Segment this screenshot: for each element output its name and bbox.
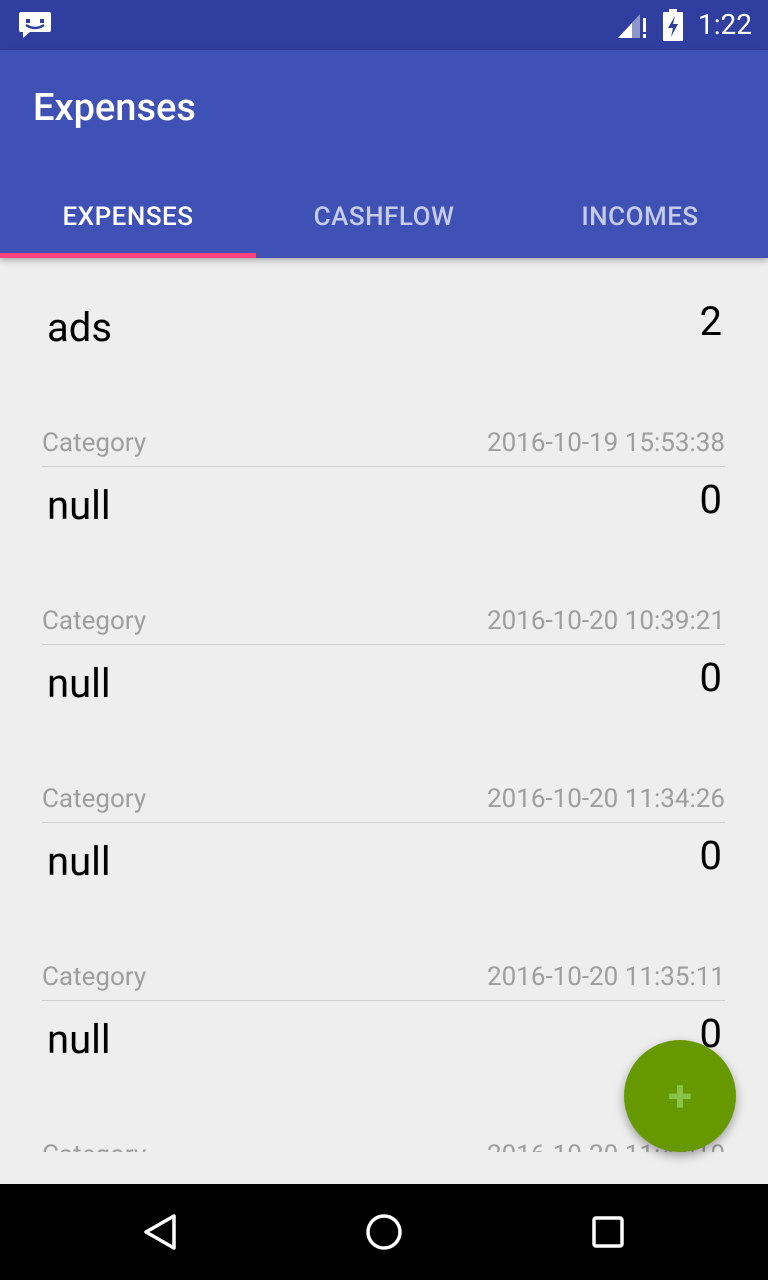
list-item[interactable]: ads 2 bbox=[0, 258, 768, 398]
item-date: 2016-10-20 11:35:11 bbox=[487, 962, 725, 992]
item-amount: 0 bbox=[699, 832, 722, 879]
item-category: Category bbox=[42, 962, 147, 992]
app-bar: Expenses EXPENSES CASHFLOW INCOMES bbox=[0, 50, 768, 258]
item-name: null bbox=[47, 660, 111, 707]
item-name: null bbox=[47, 1016, 111, 1063]
item-amount: 0 bbox=[699, 654, 722, 701]
page-title: Expenses bbox=[33, 86, 196, 130]
list-item[interactable]: Category 2016-10-20 10:39:21 null 0 bbox=[0, 606, 768, 784]
tab-incomes[interactable]: INCOMES bbox=[512, 176, 768, 258]
expense-list[interactable]: ads 2 Category 2016-10-19 15:53:38 null … bbox=[0, 258, 768, 1152]
navigation-bar bbox=[0, 1184, 768, 1280]
item-amount: 2 bbox=[699, 298, 722, 345]
divider bbox=[42, 822, 725, 823]
item-date: 2016-10-19 15:53:38 bbox=[487, 428, 725, 458]
back-icon[interactable] bbox=[136, 1208, 184, 1256]
tab-expenses[interactable]: EXPENSES bbox=[0, 176, 256, 258]
item-category: Category bbox=[42, 606, 147, 636]
item-category: Category bbox=[42, 784, 147, 814]
status-clock: 1:22 bbox=[698, 8, 752, 41]
list-item[interactable]: Category 2016-10-19 15:53:38 null 0 bbox=[0, 428, 768, 606]
signal-icon bbox=[618, 14, 646, 38]
home-icon[interactable] bbox=[360, 1208, 408, 1256]
add-expense-button[interactable]: + bbox=[624, 1040, 736, 1152]
battery-charging-icon bbox=[663, 9, 683, 41]
item-name: ads bbox=[47, 304, 112, 351]
item-category: Category bbox=[42, 428, 147, 458]
tab-cashflow[interactable]: CASHFLOW bbox=[256, 176, 512, 258]
item-category: Category bbox=[42, 1140, 146, 1152]
divider bbox=[42, 644, 725, 645]
list-item[interactable]: Category 2016-10-20 11:34:26 null 0 bbox=[0, 784, 768, 962]
item-date: 2016-10-20 11:34:26 bbox=[487, 784, 725, 814]
notification-chat-icon bbox=[19, 12, 51, 38]
item-name: null bbox=[47, 838, 111, 885]
recents-icon[interactable] bbox=[584, 1208, 632, 1256]
plus-icon: + bbox=[668, 1070, 692, 1122]
divider bbox=[42, 466, 725, 467]
tab-bar: EXPENSES CASHFLOW INCOMES bbox=[0, 176, 768, 258]
item-name: null bbox=[47, 482, 111, 529]
item-date: 2016-10-20 10:39:21 bbox=[487, 606, 725, 636]
divider bbox=[42, 1000, 725, 1001]
item-amount: 0 bbox=[699, 476, 722, 523]
status-bar: 1:22 bbox=[0, 0, 768, 50]
